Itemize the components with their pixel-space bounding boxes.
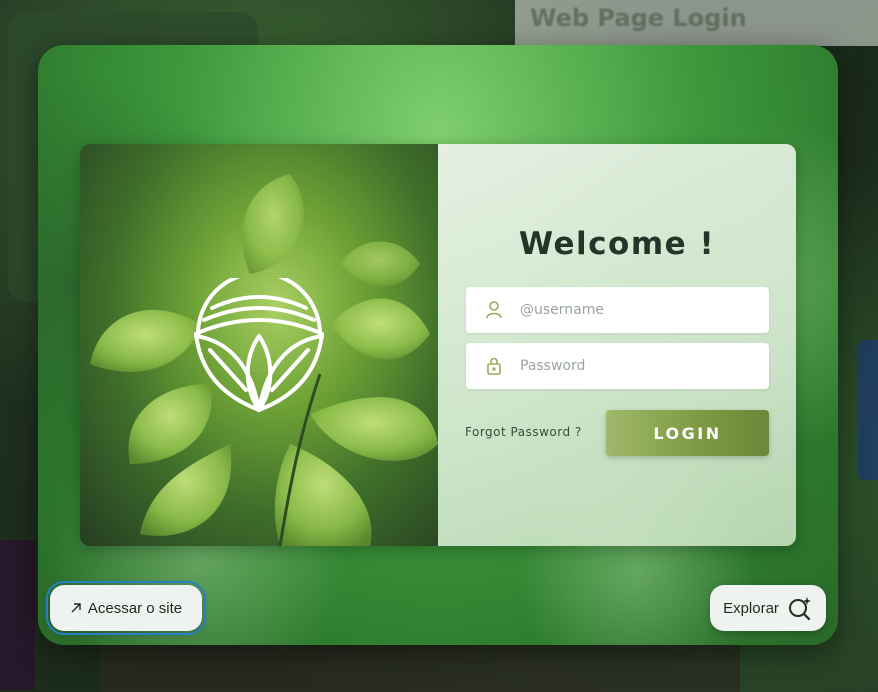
password-field[interactable] xyxy=(466,343,769,389)
welcome-title: Welcome ! xyxy=(518,226,716,262)
explore-label: Explorar xyxy=(723,599,779,617)
password-input[interactable] xyxy=(518,357,769,375)
access-site-button[interactable]: Acessar o site xyxy=(46,581,206,635)
user-icon xyxy=(484,300,504,320)
explore-button[interactable]: Explorar xyxy=(710,585,826,631)
background-bottom-bar xyxy=(100,645,740,692)
leaf-image xyxy=(80,144,438,546)
background-strip-left xyxy=(0,540,35,690)
username-input[interactable] xyxy=(518,301,769,319)
background-page-title: Web Page Login xyxy=(530,4,747,32)
login-panel: Welcome ! @username Forgot Password ? LO… xyxy=(80,144,796,546)
access-site-label: Acessar o site xyxy=(87,599,183,617)
background-strip-right xyxy=(858,340,878,480)
lock-icon xyxy=(484,356,504,376)
search-sparkle-icon xyxy=(787,595,813,621)
login-form: Welcome ! @username Forgot Password ? LO… xyxy=(438,144,796,546)
preview-card: Welcome ! @username Forgot Password ? LO… xyxy=(38,45,838,645)
arrow-up-right-icon xyxy=(70,602,82,614)
username-field[interactable] xyxy=(466,287,769,333)
forgot-password-link[interactable]: Forgot Password ? xyxy=(465,425,582,439)
login-button[interactable]: LOGIN xyxy=(606,410,769,456)
leaf-logo xyxy=(194,278,324,412)
